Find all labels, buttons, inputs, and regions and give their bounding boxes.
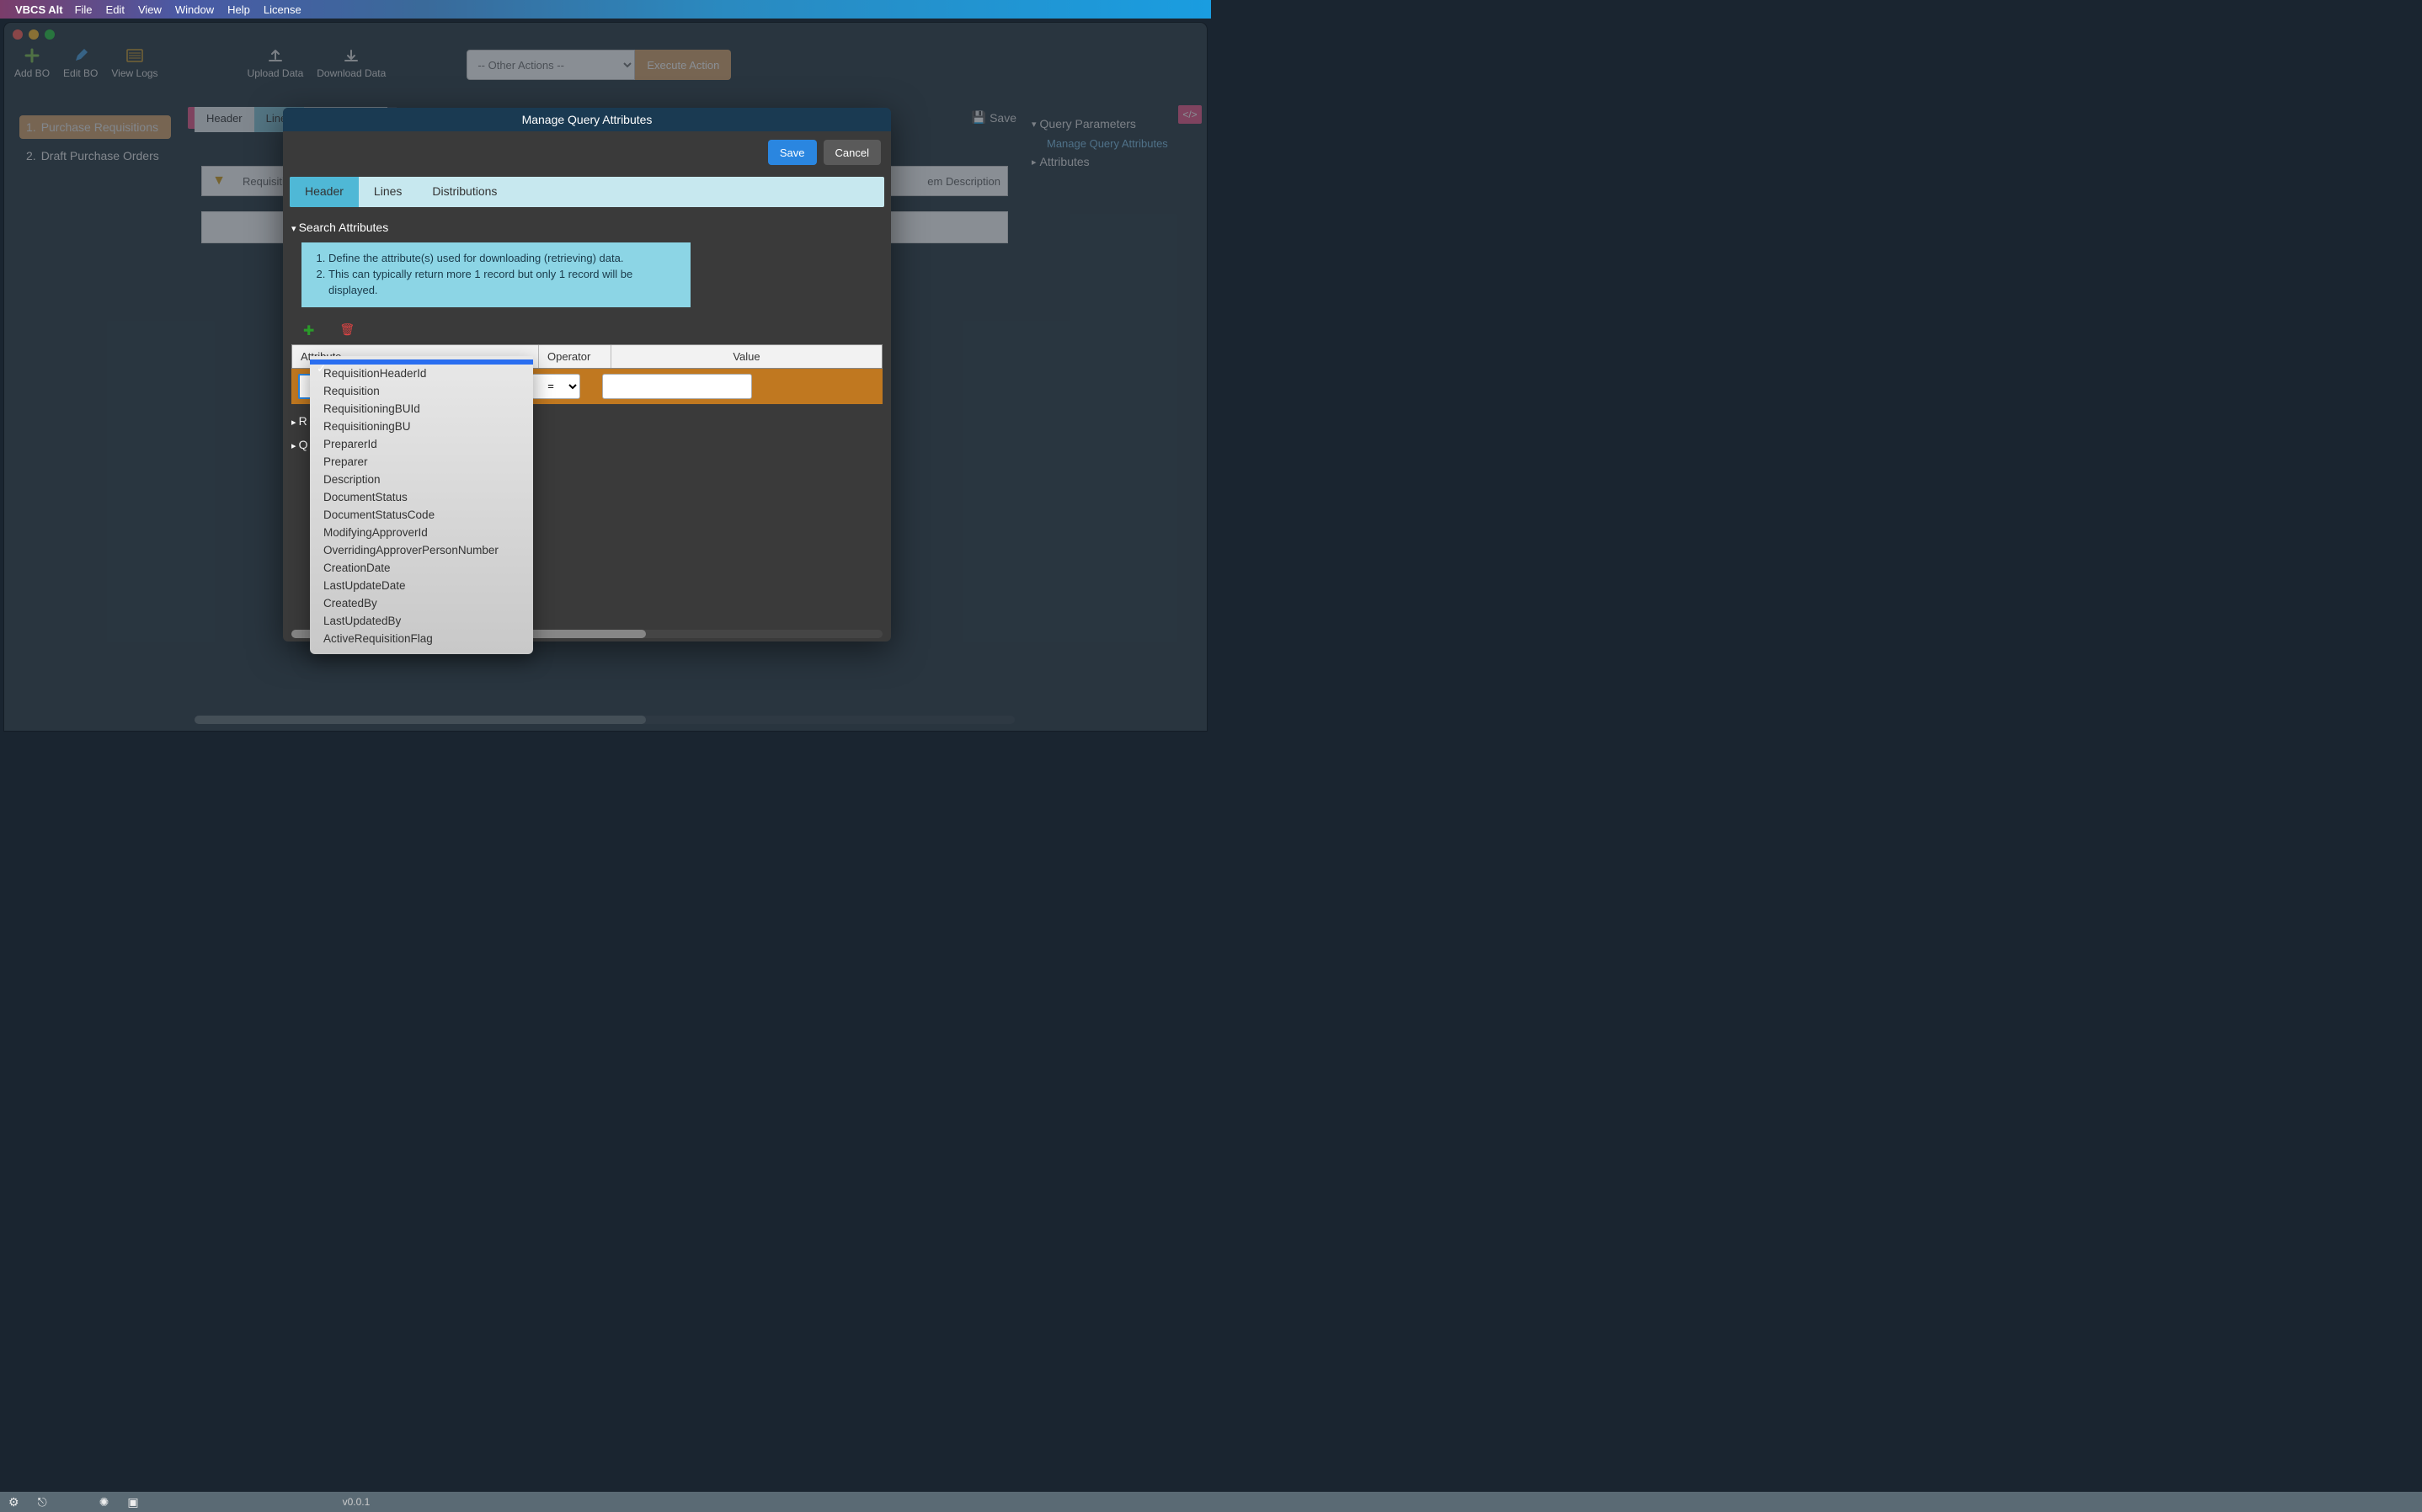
attributes-section[interactable]: Attributes	[1032, 155, 1198, 168]
bg-save-label: Save	[990, 111, 1016, 125]
dropdown-option[interactable]: LastUpdatedBy	[310, 612, 533, 630]
funnel-icon[interactable]: ▼	[202, 173, 236, 189]
modal-tab-header[interactable]: Header	[290, 177, 359, 207]
value-input[interactable]	[602, 374, 752, 399]
dropdown-option-blank[interactable]	[310, 359, 533, 365]
modal-cancel-button[interactable]: Cancel	[824, 140, 881, 165]
save-icon[interactable]: ▣	[127, 1495, 138, 1509]
dropdown-option[interactable]: RequisitioningBU	[310, 418, 533, 435]
version-label: v0.0.1	[343, 1496, 371, 1508]
sidebar-item-purchase-requisitions[interactable]: 1. Purchase Requisitions	[19, 115, 171, 139]
logs-icon	[125, 46, 144, 65]
add-bo-label: Add BO	[14, 67, 50, 79]
other-actions-group: -- Other Actions -- Execute Action	[467, 50, 731, 80]
modal-tab-distributions[interactable]: Distributions	[417, 177, 512, 207]
dropdown-option[interactable]: DocumentStatusCode	[310, 506, 533, 524]
sidebar-item-label: Draft Purchase Orders	[41, 149, 159, 162]
menu-window[interactable]: Window	[175, 3, 214, 16]
bug-icon[interactable]: ✺	[99, 1495, 109, 1509]
query-parameters-section[interactable]: Query Parameters	[1032, 117, 1198, 130]
sidebar-item-number: 2.	[26, 149, 36, 162]
modal-save-button[interactable]: Save	[768, 140, 817, 165]
other-actions-select[interactable]: -- Other Actions --	[467, 50, 635, 80]
dropdown-option[interactable]: Description	[310, 471, 533, 488]
view-logs-label: View Logs	[111, 67, 157, 79]
dropdown-option[interactable]: RequisitionHeaderId	[310, 365, 533, 382]
view-logs-button[interactable]: View Logs	[111, 46, 157, 79]
grid-header-operator: Operator	[539, 345, 611, 368]
right-sidebar: </> Query Parameters Manage Query Attrib…	[1023, 107, 1207, 731]
download-data-label: Download Data	[317, 67, 386, 79]
add-row-icon[interactable]: ✚	[303, 322, 314, 339]
bg-save-button[interactable]: 💾 Save	[972, 110, 1016, 125]
logout-icon[interactable]: ⎋	[38, 1495, 47, 1509]
note-line-1: Define the attribute(s) used for downloa…	[328, 251, 679, 267]
sidebar-item-number: 1.	[26, 120, 36, 134]
execute-action-button[interactable]: Execute Action	[635, 50, 731, 80]
search-attributes-heading[interactable]: Search Attributes	[291, 221, 883, 234]
minimize-window-icon[interactable]	[29, 29, 39, 40]
code-toggle-button[interactable]: </>	[1178, 105, 1202, 124]
save-icon: 💾	[972, 110, 986, 125]
dropdown-option[interactable]: OverridingApproverPersonNumber	[310, 541, 533, 559]
dropdown-option[interactable]: RequisitioningBUId	[310, 400, 533, 418]
dropdown-option[interactable]: Requisition	[310, 382, 533, 400]
settings-icon[interactable]: ⚙	[8, 1495, 19, 1509]
dropdown-option[interactable]: CreatedBy	[310, 594, 533, 612]
operator-select[interactable]: =	[531, 374, 580, 399]
bg-tab-header[interactable]: Header	[195, 107, 254, 132]
grid-header-value: Value	[611, 345, 882, 368]
upload-data-button[interactable]: Upload Data	[248, 46, 304, 79]
left-sidebar: 1. Purchase Requisitions 2. Draft Purcha…	[4, 107, 186, 731]
macos-menubar: VBCS Alt File Edit View Window Help Lice…	[0, 0, 1211, 19]
main-toolbar: Add BO Edit BO View Logs Upload Data Dow…	[4, 46, 1207, 93]
dropdown-option[interactable]: ModifyingApproverId	[310, 524, 533, 541]
sidebar-item-label: Purchase Requisitions	[41, 120, 158, 134]
modal-title: Manage Query Attributes	[283, 108, 891, 131]
dropdown-option[interactable]: LastUpdateDate	[310, 577, 533, 594]
dropdown-option[interactable]: ActiveRequisitionFlag	[310, 630, 533, 647]
window-controls	[13, 29, 55, 40]
app-name: VBCS Alt	[15, 3, 63, 16]
dropdown-option[interactable]: CreationDate	[310, 559, 533, 577]
menu-edit[interactable]: Edit	[106, 3, 125, 16]
menu-help[interactable]: Help	[227, 3, 250, 16]
download-data-button[interactable]: Download Data	[317, 46, 386, 79]
modal-action-bar: Save Cancel	[283, 131, 891, 173]
manage-query-attributes-link[interactable]: Manage Query Attributes	[1047, 137, 1198, 150]
dropdown-option[interactable]: DocumentStatus	[310, 488, 533, 506]
dropdown-option[interactable]: Preparer	[310, 453, 533, 471]
plus-icon	[23, 46, 41, 65]
edit-bo-button[interactable]: Edit BO	[63, 46, 98, 79]
sidebar-item-draft-purchase-orders[interactable]: 2. Draft Purchase Orders	[19, 144, 171, 168]
upload-icon	[266, 46, 285, 65]
note-line-2: This can typically return more 1 record …	[328, 267, 679, 299]
upload-data-label: Upload Data	[248, 67, 304, 79]
modal-tabs: Header Lines Distributions	[290, 177, 884, 207]
maximize-window-icon[interactable]	[45, 29, 55, 40]
close-window-icon[interactable]	[13, 29, 23, 40]
status-bar: ⚙ ⎋ ✺ ▣ v0.0.1	[0, 1492, 2422, 1512]
menu-view[interactable]: View	[138, 3, 162, 16]
attribute-dropdown-list: RequisitionHeaderId Requisition Requisit…	[310, 356, 533, 654]
edit-bo-label: Edit BO	[63, 67, 98, 79]
instructions-note: Define the attribute(s) used for downloa…	[301, 242, 691, 307]
menu-file[interactable]: File	[75, 3, 93, 16]
pencil-icon	[72, 46, 90, 65]
dropdown-option[interactable]: PreparerId	[310, 435, 533, 453]
download-icon	[342, 46, 360, 65]
row-actions: ✚ 🗑	[303, 322, 884, 339]
menu-license[interactable]: License	[264, 3, 301, 16]
bg-horizontal-scrollbar[interactable]	[195, 716, 1015, 724]
add-bo-button[interactable]: Add BO	[14, 46, 50, 79]
modal-tab-lines[interactable]: Lines	[359, 177, 417, 207]
delete-row-icon[interactable]: 🗑	[339, 322, 355, 339]
